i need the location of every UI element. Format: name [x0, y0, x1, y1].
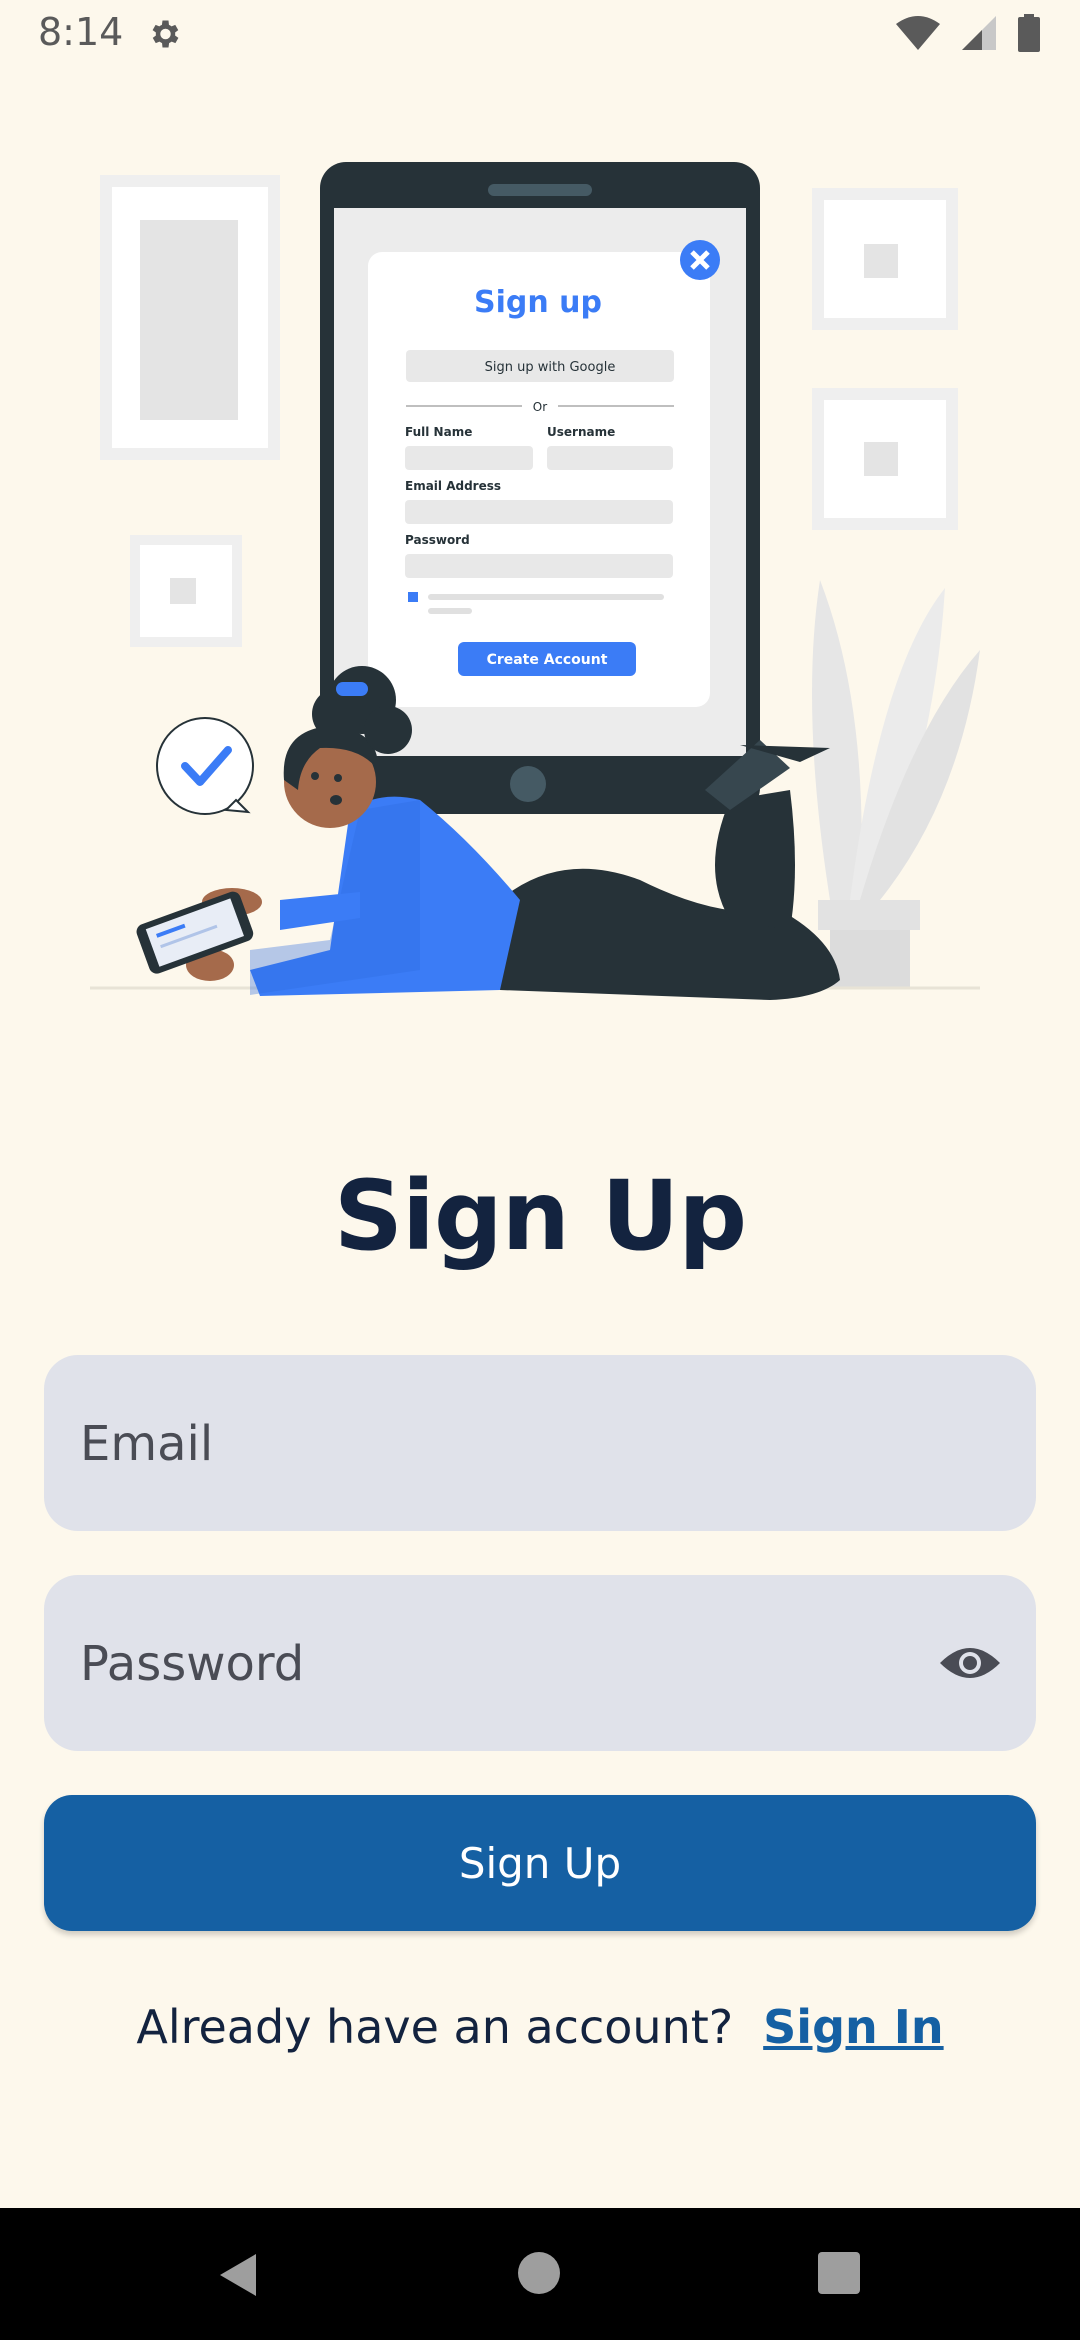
status-time: 8:14 — [38, 10, 124, 54]
recent-apps-icon[interactable] — [818, 2252, 860, 2294]
home-icon[interactable] — [518, 2252, 560, 2294]
password-input[interactable] — [78, 1575, 942, 1753]
picture-frame-right-top — [812, 188, 958, 330]
status-bar: 8:14 — [0, 0, 1080, 66]
show-password-eye-icon[interactable] — [938, 1633, 1002, 1693]
wifi-icon — [896, 16, 940, 50]
tablet-title: Sign up — [474, 285, 602, 320]
page-title: Sign Up — [333, 1160, 747, 1272]
picture-frame-left — [100, 175, 280, 460]
cellular-signal-icon — [962, 16, 996, 50]
email-field-container[interactable] — [44, 1355, 1036, 1533]
battery-icon — [1018, 14, 1040, 52]
picture-frame-small-left — [130, 535, 242, 647]
sign-up-button[interactable]: Sign Up — [44, 1795, 1036, 1931]
settings-gear-icon — [152, 20, 179, 48]
navigation-bar — [0, 2208, 1080, 2340]
tablet-email-label: Email Address — [405, 479, 501, 493]
signup-illustration: Sign up Sign up with Google Or Full Name… — [90, 162, 980, 1000]
picture-frame-right-bottom — [812, 388, 958, 530]
tablet-create-account-label: Create Account — [487, 652, 608, 668]
already-have-account-text: Already have an account? — [136, 2000, 734, 2054]
plant — [812, 580, 980, 988]
signin-prompt: Already have an account? Sign In — [0, 2000, 1080, 2054]
tablet-fullname-label: Full Name — [405, 425, 472, 439]
tablet-divider-label: Or — [533, 400, 547, 414]
check-bubble-icon — [156, 717, 254, 815]
back-icon[interactable] — [216, 2252, 260, 2298]
sign-in-link[interactable]: Sign In — [763, 2000, 943, 2054]
tablet-password-label: Password — [405, 533, 470, 547]
tablet-username-label: Username — [547, 425, 615, 439]
tablet-google-button-label: Sign up with Google — [485, 360, 616, 375]
email-input[interactable] — [78, 1355, 942, 1533]
password-field-container[interactable] — [44, 1575, 1036, 1753]
